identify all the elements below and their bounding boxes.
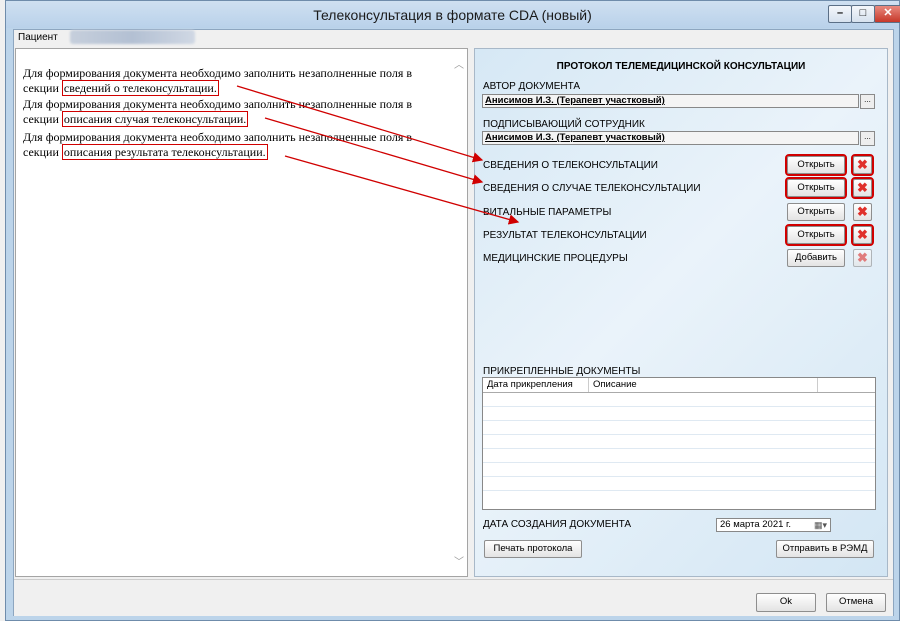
arrow-to-result <box>284 155 520 225</box>
ok-button[interactable]: Ok <box>756 593 816 612</box>
arrow-to-teleconsult-info <box>236 85 484 163</box>
cancel-button[interactable]: Отмена <box>826 593 886 612</box>
annotation-arrows <box>236 85 520 225</box>
